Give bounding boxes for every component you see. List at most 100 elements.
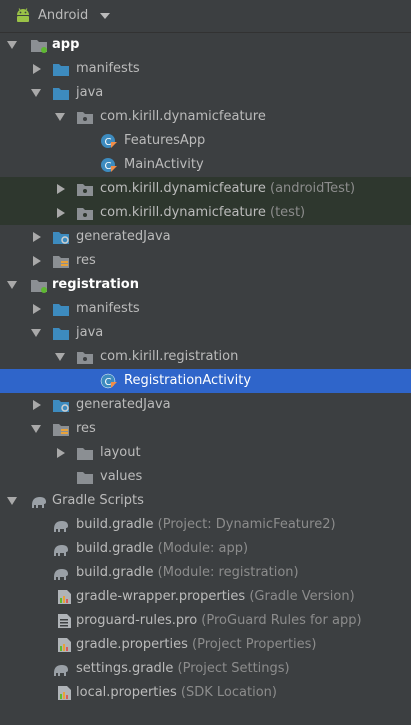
tree-label: build.gradle (Module: registration)	[76, 565, 299, 580]
view-mode-selector[interactable]: Android	[38, 8, 88, 23]
tree-label: com.kirill.dynamicfeature	[100, 109, 266, 124]
folder-icon	[53, 64, 69, 76]
chevron-right-icon[interactable]	[33, 400, 41, 410]
text-file-icon	[58, 614, 71, 628]
project-view-header: Android	[0, 0, 411, 33]
tree-label: manifests	[76, 301, 140, 316]
tree-node-reg-manifests[interactable]: manifests	[0, 297, 411, 321]
tree-node-registration[interactable]: registration	[0, 273, 411, 297]
tree-node-gradle-properties[interactable]: gradle.properties (Project Properties)	[0, 633, 411, 657]
tree-label: gradle-wrapper.properties (Gradle Versio…	[76, 589, 355, 604]
tree-node-features-app[interactable]: C FeaturesApp	[0, 129, 411, 153]
chevron-right-icon[interactable]	[57, 208, 65, 218]
tree-hint: (Module: registration)	[157, 565, 299, 580]
tree-node-app-manifests[interactable]: manifests	[0, 57, 411, 81]
chevron-down-icon[interactable]	[7, 281, 17, 289]
kotlin-class-icon: C	[101, 134, 117, 148]
tree-node-app-package[interactable]: com.kirill.dynamicfeature	[0, 105, 411, 129]
tree-label: values	[100, 469, 143, 484]
tree-node-app-android-test[interactable]: com.kirill.dynamicfeature (androidTest)	[0, 177, 411, 201]
chevron-down-icon[interactable]	[7, 497, 17, 505]
module-folder-icon	[31, 280, 47, 293]
tree-label: java	[76, 85, 104, 100]
tree-label: com.kirill.dynamicfeature (androidTest)	[100, 181, 356, 196]
tree-hint: (Project Settings)	[177, 661, 290, 676]
package-icon	[77, 112, 93, 124]
tree-label: registration	[52, 277, 139, 292]
tree-label: app	[52, 37, 80, 52]
tree-label: com.kirill.registration	[100, 349, 239, 364]
module-folder-icon	[31, 40, 47, 53]
chevron-down-icon[interactable]	[100, 13, 110, 19]
chevron-right-icon[interactable]	[57, 184, 65, 194]
chevron-right-icon[interactable]	[33, 232, 41, 242]
tree-node-build-gradle-app[interactable]: build.gradle (Module: app)	[0, 537, 411, 561]
tree-node-reg-java[interactable]: java	[0, 321, 411, 345]
tree-label: proguard-rules.pro (ProGuard Rules for a…	[76, 613, 362, 628]
res-folder-icon	[53, 256, 69, 268]
tree-label: FeaturesApp	[124, 133, 206, 148]
tree-label: RegistrationActivity	[124, 373, 252, 388]
gradle-elephant-icon	[54, 569, 68, 580]
folder-icon	[53, 304, 69, 316]
tree-label: res	[76, 253, 96, 268]
tree-node-main-activity[interactable]: C MainActivity	[0, 153, 411, 177]
tree-node-gradle-wrapper-properties[interactable]: gradle-wrapper.properties (Gradle Versio…	[0, 585, 411, 609]
tree-label: local.properties (SDK Location)	[76, 685, 277, 700]
android-icon	[17, 8, 29, 22]
tree-node-values[interactable]: values	[0, 465, 411, 489]
tree-node-build-gradle-registration[interactable]: build.gradle (Module: registration)	[0, 561, 411, 585]
tree-node-proguard-rules[interactable]: proguard-rules.pro (ProGuard Rules for a…	[0, 609, 411, 633]
package-icon	[77, 352, 93, 364]
chevron-down-icon[interactable]	[55, 113, 65, 121]
tree-hint: (Gradle Version)	[249, 589, 355, 604]
tree-label: gradle.properties (Project Properties)	[76, 637, 317, 652]
tree-node-app-res[interactable]: res	[0, 249, 411, 273]
chevron-right-icon[interactable]	[33, 256, 41, 266]
svg-text:C: C	[105, 137, 112, 148]
package-icon	[77, 184, 93, 196]
kotlin-class-icon: C	[100, 373, 117, 389]
chevron-down-icon[interactable]	[31, 425, 41, 433]
folder-icon	[77, 448, 93, 460]
folder-icon	[77, 472, 93, 484]
chevron-right-icon[interactable]	[33, 64, 41, 74]
tree-node-reg-res[interactable]: res	[0, 417, 411, 441]
tree-label: manifests	[76, 61, 140, 76]
gradle-elephant-icon	[54, 545, 68, 556]
chevron-right-icon[interactable]	[57, 448, 65, 458]
kotlin-class-icon: C	[101, 158, 117, 172]
tree-node-registration-activity[interactable]: C RegistrationActivity	[0, 369, 411, 393]
chevron-down-icon[interactable]	[31, 89, 41, 97]
tree-node-app[interactable]: app	[0, 33, 411, 57]
tree-node-build-gradle-project[interactable]: build.gradle (Project: DynamicFeature2)	[0, 513, 411, 537]
tree-node-app-java[interactable]: java	[0, 81, 411, 105]
tree-node-app-test[interactable]: com.kirill.dynamicfeature (test)	[0, 201, 411, 225]
chevron-down-icon[interactable]	[55, 353, 65, 361]
tree-label: settings.gradle (Project Settings)	[76, 661, 290, 676]
tree-node-reg-generated-java[interactable]: generatedJava	[0, 393, 411, 417]
tree-node-local-properties[interactable]: local.properties (SDK Location)	[0, 681, 411, 705]
properties-file-icon	[58, 638, 71, 652]
tree-label: MainActivity	[124, 157, 204, 172]
package-icon	[77, 208, 93, 220]
tree-label: generatedJava	[76, 229, 171, 244]
tree-hint: (test)	[270, 205, 306, 220]
folder-icon	[53, 88, 69, 100]
tree-hint: (androidTest)	[270, 181, 356, 196]
gradle-elephant-icon	[54, 665, 68, 676]
chevron-right-icon[interactable]	[33, 304, 41, 314]
chevron-down-icon[interactable]	[7, 41, 17, 49]
gradle-elephant-icon	[54, 521, 68, 532]
tree-node-gradle-scripts[interactable]: Gradle Scripts	[0, 489, 411, 513]
tree-node-settings-gradle[interactable]: settings.gradle (Project Settings)	[0, 657, 411, 681]
tree-node-reg-package[interactable]: com.kirill.registration	[0, 345, 411, 369]
generated-folder-icon	[53, 400, 69, 412]
tree-label: build.gradle (Module: app)	[76, 541, 249, 556]
tree-hint: (Project Properties)	[192, 637, 317, 652]
tree-node-layout[interactable]: layout	[0, 441, 411, 465]
gradle-elephant-icon	[32, 497, 46, 508]
folder-icon	[53, 328, 69, 340]
chevron-down-icon[interactable]	[31, 329, 41, 337]
tree-node-app-generated-java[interactable]: generatedJava	[0, 225, 411, 249]
